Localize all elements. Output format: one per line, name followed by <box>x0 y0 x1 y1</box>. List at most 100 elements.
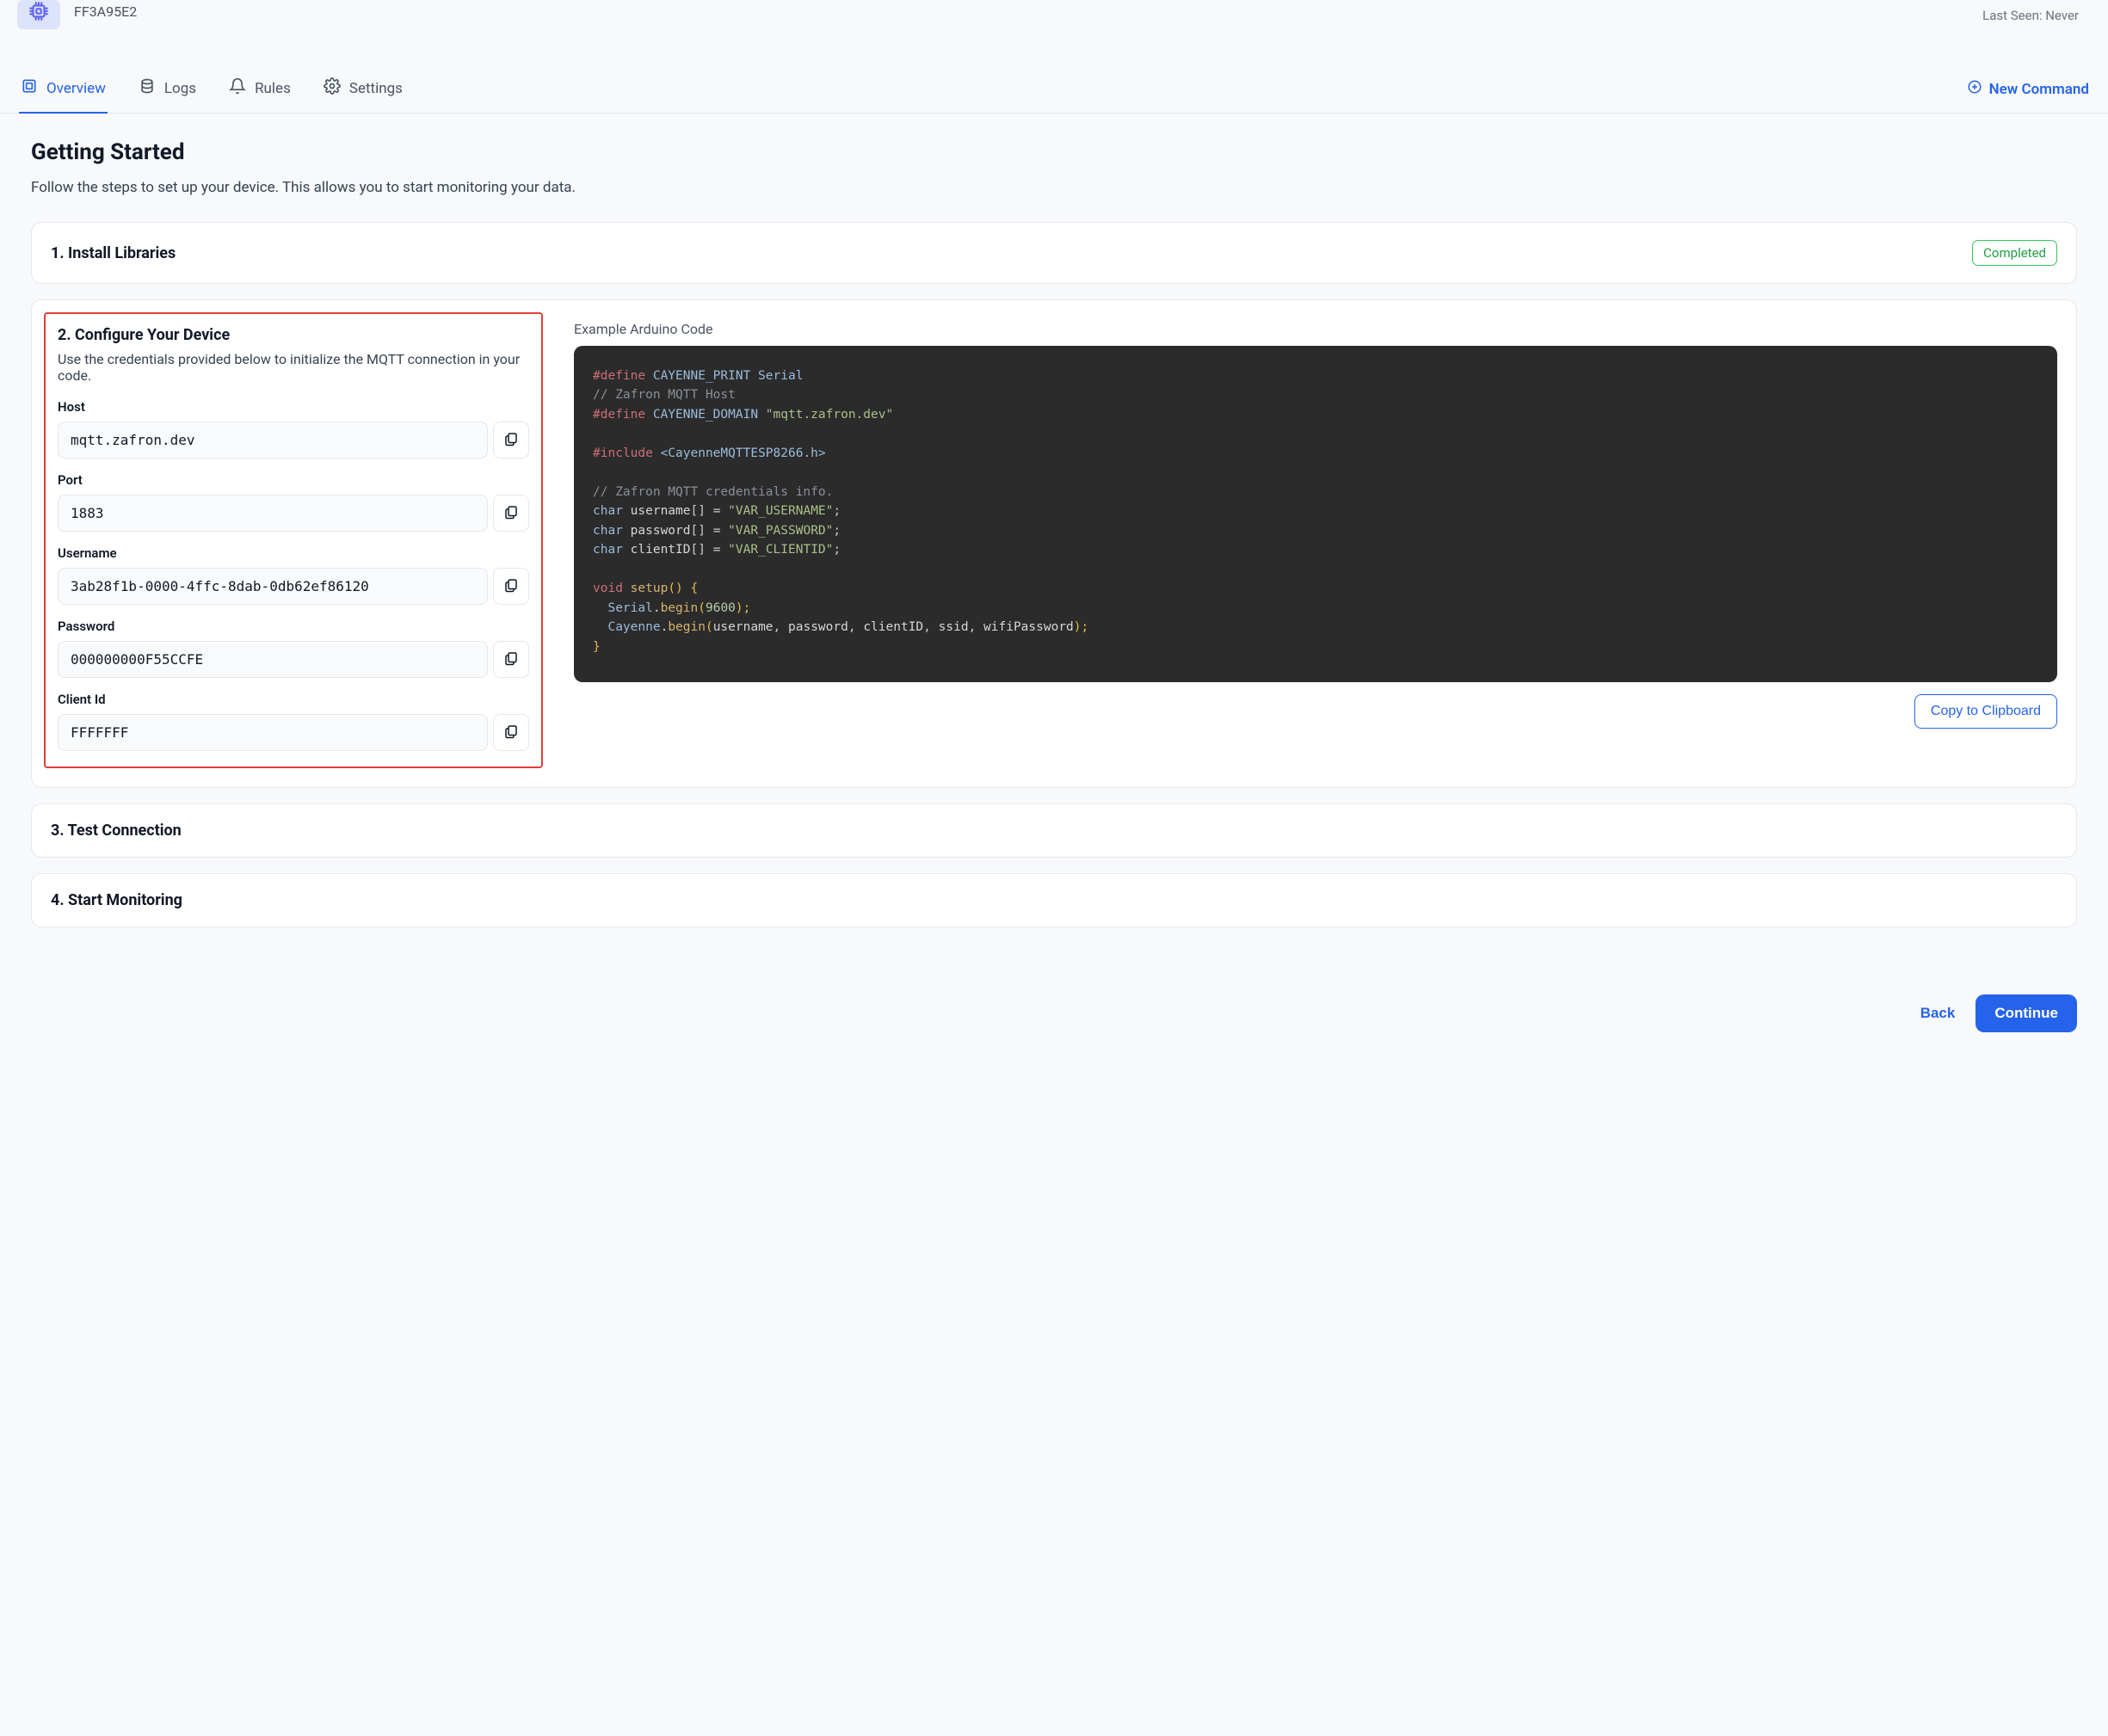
code-token: #define <box>593 408 645 422</box>
code-token: Cayenne <box>607 620 660 634</box>
code-token: = <box>706 504 728 518</box>
code-token: () { <box>668 582 698 595</box>
tab-overview[interactable]: Overview <box>19 65 108 114</box>
tab-logs-label: Logs <box>164 80 196 97</box>
copy-password-button[interactable] <box>493 641 529 678</box>
device-header: FF3A95E2 Last Seen: Never <box>0 0 2108 40</box>
code-token: , <box>848 620 863 634</box>
copy-host-button[interactable] <box>493 422 529 459</box>
clipboard-icon <box>503 577 519 595</box>
code-token: ; <box>833 543 841 557</box>
code-token: clientID <box>631 543 691 557</box>
device-id: FF3A95E2 <box>74 3 137 20</box>
username-label: Username <box>58 545 529 561</box>
tab-overview-label: Overview <box>46 80 106 97</box>
host-input[interactable] <box>58 422 488 459</box>
copy-to-clipboard-button[interactable]: Copy to Clipboard <box>1914 694 2057 729</box>
status-badge: Completed <box>1972 240 2057 266</box>
code-token: , <box>923 620 938 634</box>
code-token: ; <box>833 504 841 518</box>
code-token: begin <box>661 601 699 615</box>
example-code-label: Example Arduino Code <box>574 321 2057 337</box>
code-token: ); <box>736 601 750 615</box>
copy-username-button[interactable] <box>493 568 529 605</box>
step-2-title: 2. Configure Your Device <box>58 326 529 344</box>
password-label: Password <box>58 619 529 634</box>
code-token: Serial <box>607 601 652 615</box>
rules-icon <box>229 77 246 99</box>
plus-circle-icon <box>1967 79 1982 99</box>
port-label: Port <box>58 472 529 488</box>
code-token: username <box>631 504 691 518</box>
code-token: ( <box>698 601 706 615</box>
code-token: clientID <box>863 620 923 634</box>
copy-clientid-button[interactable] <box>493 714 529 751</box>
code-token: [] <box>691 543 706 557</box>
code-token: = <box>706 543 728 557</box>
code-token: "VAR_CLIENTID" <box>728 543 833 557</box>
code-token: CAYENNE_DOMAIN <box>653 408 766 422</box>
settings-icon <box>324 77 341 99</box>
code-token: // Zafron MQTT credentials info. <box>593 485 833 499</box>
code-token: = <box>706 524 728 538</box>
code-token: #include <box>593 446 653 460</box>
tab-logs[interactable]: Logs <box>137 65 198 114</box>
code-token: wifiPassword <box>983 620 1074 634</box>
code-token: ); <box>1074 620 1088 634</box>
step-4-panel: 4. Start Monitoring <box>31 873 2077 927</box>
port-input[interactable] <box>58 495 488 532</box>
host-label: Host <box>58 399 529 415</box>
page-title: Getting Started <box>31 139 2077 165</box>
code-token: } <box>593 640 601 654</box>
clipboard-icon <box>503 723 519 742</box>
new-command-button[interactable]: New Command <box>1967 79 2089 99</box>
code-token: ssid <box>939 620 969 634</box>
code-token: password <box>788 620 848 634</box>
back-button[interactable]: Back <box>1915 996 1961 1031</box>
copy-port-button[interactable] <box>493 495 529 532</box>
code-token: void <box>593 582 623 595</box>
tab-settings-label: Settings <box>349 80 403 97</box>
step-3-panel: 3. Test Connection <box>31 803 2077 858</box>
password-input[interactable] <box>58 641 488 678</box>
tabs: Overview Logs Rules Settings <box>19 65 404 113</box>
clipboard-icon <box>503 650 519 668</box>
clipboard-icon <box>503 431 519 449</box>
tab-settings[interactable]: Settings <box>322 65 404 114</box>
clientid-input[interactable] <box>58 714 488 751</box>
tab-rules[interactable]: Rules <box>227 65 293 114</box>
code-token: // Zafron MQTT Host <box>593 388 736 402</box>
example-code-block: #define CAYENNE_PRINT Serial // Zafron M… <box>574 346 2057 682</box>
clipboard-icon <box>503 504 519 522</box>
code-token: <CayenneMQTTESP8266.h> <box>661 446 826 460</box>
code-token: #define <box>593 369 645 383</box>
code-token: [] <box>691 524 706 538</box>
code-token: char <box>593 524 623 538</box>
clientid-label: Client Id <box>58 692 529 707</box>
code-token: 9600 <box>706 601 736 615</box>
step-1-panel: 1. Install Libraries Completed <box>31 222 2077 284</box>
credentials-form: 2. Configure Your Device Use the credent… <box>44 312 543 768</box>
code-token: CAYENNE_PRINT Serial <box>653 369 804 383</box>
code-token: "mqtt.zafron.dev" <box>766 408 893 422</box>
username-input[interactable] <box>58 568 488 605</box>
step-4-title: 4. Start Monitoring <box>51 891 182 909</box>
tab-rules-label: Rules <box>255 80 291 97</box>
step-3-title: 3. Test Connection <box>51 822 182 840</box>
logs-icon <box>139 77 156 99</box>
code-token: , <box>774 620 788 634</box>
step-2-panel: 2. Configure Your Device Use the credent… <box>31 299 2077 788</box>
continue-button[interactable]: Continue <box>1975 994 2077 1032</box>
code-token: username <box>713 620 774 634</box>
code-token: setup <box>631 582 669 595</box>
last-seen-label: Last Seen: Never <box>1982 8 2079 23</box>
code-token: "VAR_USERNAME" <box>728 504 833 518</box>
step-1-title: 1. Install Libraries <box>51 244 176 262</box>
overview-icon <box>21 77 38 99</box>
new-command-label: New Command <box>1989 81 2089 98</box>
code-token: password <box>631 524 691 538</box>
chip-icon <box>17 0 60 29</box>
code-token: char <box>593 543 623 557</box>
code-token: ( <box>706 620 713 634</box>
code-token: ; <box>833 524 841 538</box>
